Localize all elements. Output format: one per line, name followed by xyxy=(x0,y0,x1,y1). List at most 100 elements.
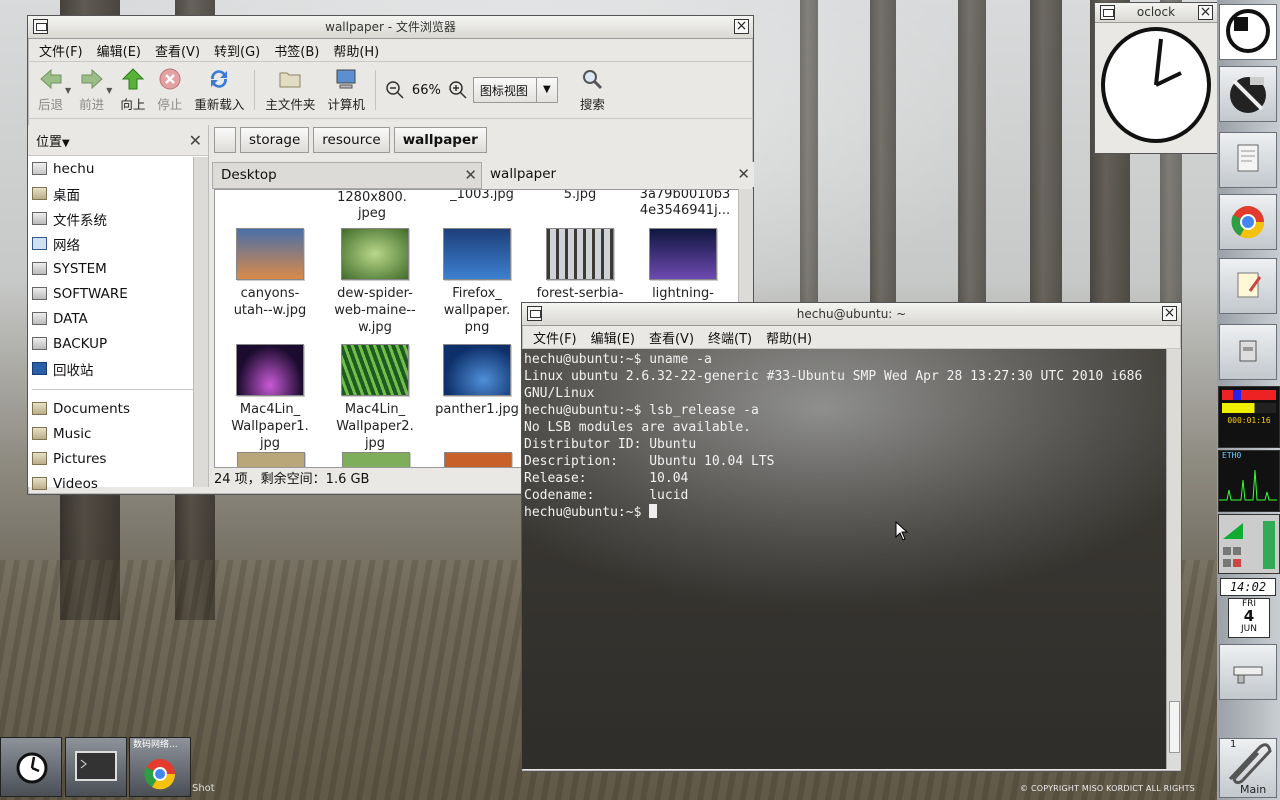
back-dropdown-icon[interactable]: ▼ xyxy=(65,86,71,95)
sidebar-item-pictures[interactable]: Pictures xyxy=(30,446,208,471)
stop-button[interactable]: 停止 xyxy=(151,64,188,116)
file-thumbnail[interactable] xyxy=(444,452,512,467)
window-menu-button[interactable] xyxy=(1100,5,1115,20)
file-item[interactable]: canyons- utah--w.jpg xyxy=(220,228,320,319)
menu-go[interactable]: 转到(G) xyxy=(209,41,265,60)
close-sidebar-icon[interactable]: ✕ xyxy=(189,131,202,150)
file-thumbnail[interactable] xyxy=(237,452,305,467)
sidebar-item-music[interactable]: Music xyxy=(30,421,208,446)
dock-app-icon[interactable] xyxy=(1219,66,1277,122)
menu-bookmarks[interactable]: 书签(B) xyxy=(269,41,324,60)
back-button[interactable]: 后退 xyxy=(32,64,69,116)
reload-button[interactable]: 重新载入 xyxy=(188,64,250,116)
oclock-titlebar[interactable]: oclock × xyxy=(1095,3,1217,23)
dock-app-icon[interactable] xyxy=(1219,132,1277,188)
window-menu-button[interactable] xyxy=(33,19,48,34)
task-terminal[interactable] xyxy=(65,737,127,797)
file-item[interactable]: Firefox_ wallpaper. png xyxy=(427,228,527,336)
file-thumbnail xyxy=(236,228,304,280)
tab-wallpaper[interactable]: wallpaper ✕ xyxy=(482,162,754,187)
folder-icon xyxy=(32,427,47,440)
sidebar-item-videos[interactable]: Videos xyxy=(30,471,208,496)
view-mode-select[interactable]: 图标视图 ▼ xyxy=(472,77,558,103)
menu-view[interactable]: 查看(V) xyxy=(644,328,699,347)
calendar-date[interactable]: FRI 4 JUN xyxy=(1228,598,1270,638)
terminal-scrollbar[interactable] xyxy=(1166,349,1181,769)
dock-app-icon[interactable] xyxy=(1219,258,1277,314)
path-toggle-button[interactable] xyxy=(214,127,236,153)
file-item[interactable]: Mac4Lin_ Wallpaper2. jpg xyxy=(325,344,425,452)
mouse-pointer-icon xyxy=(895,521,909,541)
file-item[interactable]: Mac4Lin_ Wallpaper1. jpg xyxy=(220,344,320,452)
sidebar-item-hechu[interactable]: hechu xyxy=(30,156,208,181)
zoom-in-icon[interactable] xyxy=(447,79,469,101)
task-oclock[interactable] xyxy=(0,737,62,797)
terminal-line: hechu@ubuntu:~$ lsb_release -a xyxy=(524,403,759,418)
places-sidebar: 位置▼ ✕ hechu 桌面 文件系统 网络 SYSTEM SOFTWARE D… xyxy=(28,125,209,492)
menu-file[interactable]: 文件(F) xyxy=(528,328,582,347)
menu-view[interactable]: 查看(V) xyxy=(150,41,205,60)
sidebar-item-desktop[interactable]: 桌面 xyxy=(30,181,208,206)
menu-file[interactable]: 文件(F) xyxy=(34,41,88,60)
sidebar-item-network[interactable]: 网络 xyxy=(30,231,208,256)
volume-control[interactable] xyxy=(1218,514,1280,574)
file-item[interactable]: lightning- xyxy=(633,228,733,302)
zoom-out-icon[interactable] xyxy=(384,79,406,101)
file-manager-titlebar[interactable]: wallpaper - 文件浏览器 × xyxy=(28,16,753,39)
file-item[interactable]: dew-spider- web-maine-- w.jpg xyxy=(325,228,425,336)
dock-app-icon[interactable] xyxy=(1219,324,1277,380)
task-chrome-label: 数码网络... xyxy=(133,740,178,750)
path-resource[interactable]: resource xyxy=(313,127,390,153)
forward-button[interactable]: 前进 xyxy=(73,64,110,116)
dock-app-icon[interactable] xyxy=(1219,644,1277,700)
sidebar-item-trash[interactable]: 回收站 xyxy=(30,356,208,381)
up-arrow-icon xyxy=(121,68,145,90)
terminal-titlebar[interactable]: hechu@ubuntu: ~ × xyxy=(522,303,1181,326)
sidebar-item-backup[interactable]: BACKUP xyxy=(30,331,208,356)
dock-chrome[interactable] xyxy=(1219,194,1277,250)
computer-button[interactable]: 计算机 xyxy=(321,64,371,116)
sidebar-item-system[interactable]: SYSTEM xyxy=(30,256,208,281)
sidebar-item-documents[interactable]: Documents xyxy=(30,396,208,421)
sidebar-item-filesystem[interactable]: 文件系统 xyxy=(30,206,208,231)
drive-icon xyxy=(32,312,47,325)
path-storage[interactable]: storage xyxy=(240,127,310,153)
chrome-icon xyxy=(1231,206,1265,239)
home-folder-button[interactable]: 主文件夹 xyxy=(259,64,321,116)
folder-icon xyxy=(32,477,47,490)
sidebar-scrollbar[interactable] xyxy=(193,157,208,487)
sidebar-item-software[interactable]: SOFTWARE xyxy=(30,281,208,306)
oclock-window: oclock × xyxy=(1094,2,1218,154)
close-button[interactable]: × xyxy=(1162,306,1177,321)
places-list: hechu 桌面 文件系统 网络 SYSTEM SOFTWARE DATA BA… xyxy=(28,156,208,496)
menu-terminal[interactable]: 终端(T) xyxy=(703,328,757,347)
drive-icon xyxy=(32,262,47,275)
search-button[interactable]: 搜索 xyxy=(574,64,611,116)
menu-help[interactable]: 帮助(H) xyxy=(761,328,817,347)
menu-help[interactable]: 帮助(H) xyxy=(328,41,384,60)
close-button[interactable]: × xyxy=(1198,5,1213,20)
terminal-icon xyxy=(75,751,117,781)
menu-edit[interactable]: 编辑(E) xyxy=(92,41,146,60)
mem-bar xyxy=(1222,403,1276,413)
dock-app-icon[interactable] xyxy=(1219,4,1277,60)
tab-desktop[interactable]: Desktop ✕ xyxy=(212,162,482,189)
menu-edit[interactable]: 编辑(E) xyxy=(586,328,640,347)
file-item[interactable]: forest-serbia- xyxy=(530,228,630,302)
close-button[interactable]: × xyxy=(734,19,749,34)
sidebar-type-select[interactable]: 位置▼ xyxy=(36,131,70,150)
window-menu-button[interactable] xyxy=(527,306,542,321)
file-item[interactable]: panther1.jpg xyxy=(427,344,527,418)
forward-dropdown-icon[interactable]: ▼ xyxy=(106,86,112,95)
close-tab-icon[interactable]: ✕ xyxy=(737,162,750,187)
file-thumbnail[interactable] xyxy=(342,452,410,467)
up-button[interactable]: 向上 xyxy=(114,64,151,116)
scrollbar-thumb[interactable] xyxy=(1169,701,1180,753)
file-label: 5.jpg xyxy=(563,189,597,202)
terminal-output[interactable]: hechu@ubuntu:~$ uname -a Linux ubuntu 2.6… xyxy=(522,349,1166,769)
close-tab-icon[interactable]: ✕ xyxy=(464,163,477,188)
workspace-pager[interactable]: 1 Main xyxy=(1219,738,1277,798)
sidebar-item-data[interactable]: DATA xyxy=(30,306,208,331)
sidebar-item-label: 文件系统 xyxy=(53,212,107,229)
path-wallpaper[interactable]: wallpaper xyxy=(393,127,487,153)
